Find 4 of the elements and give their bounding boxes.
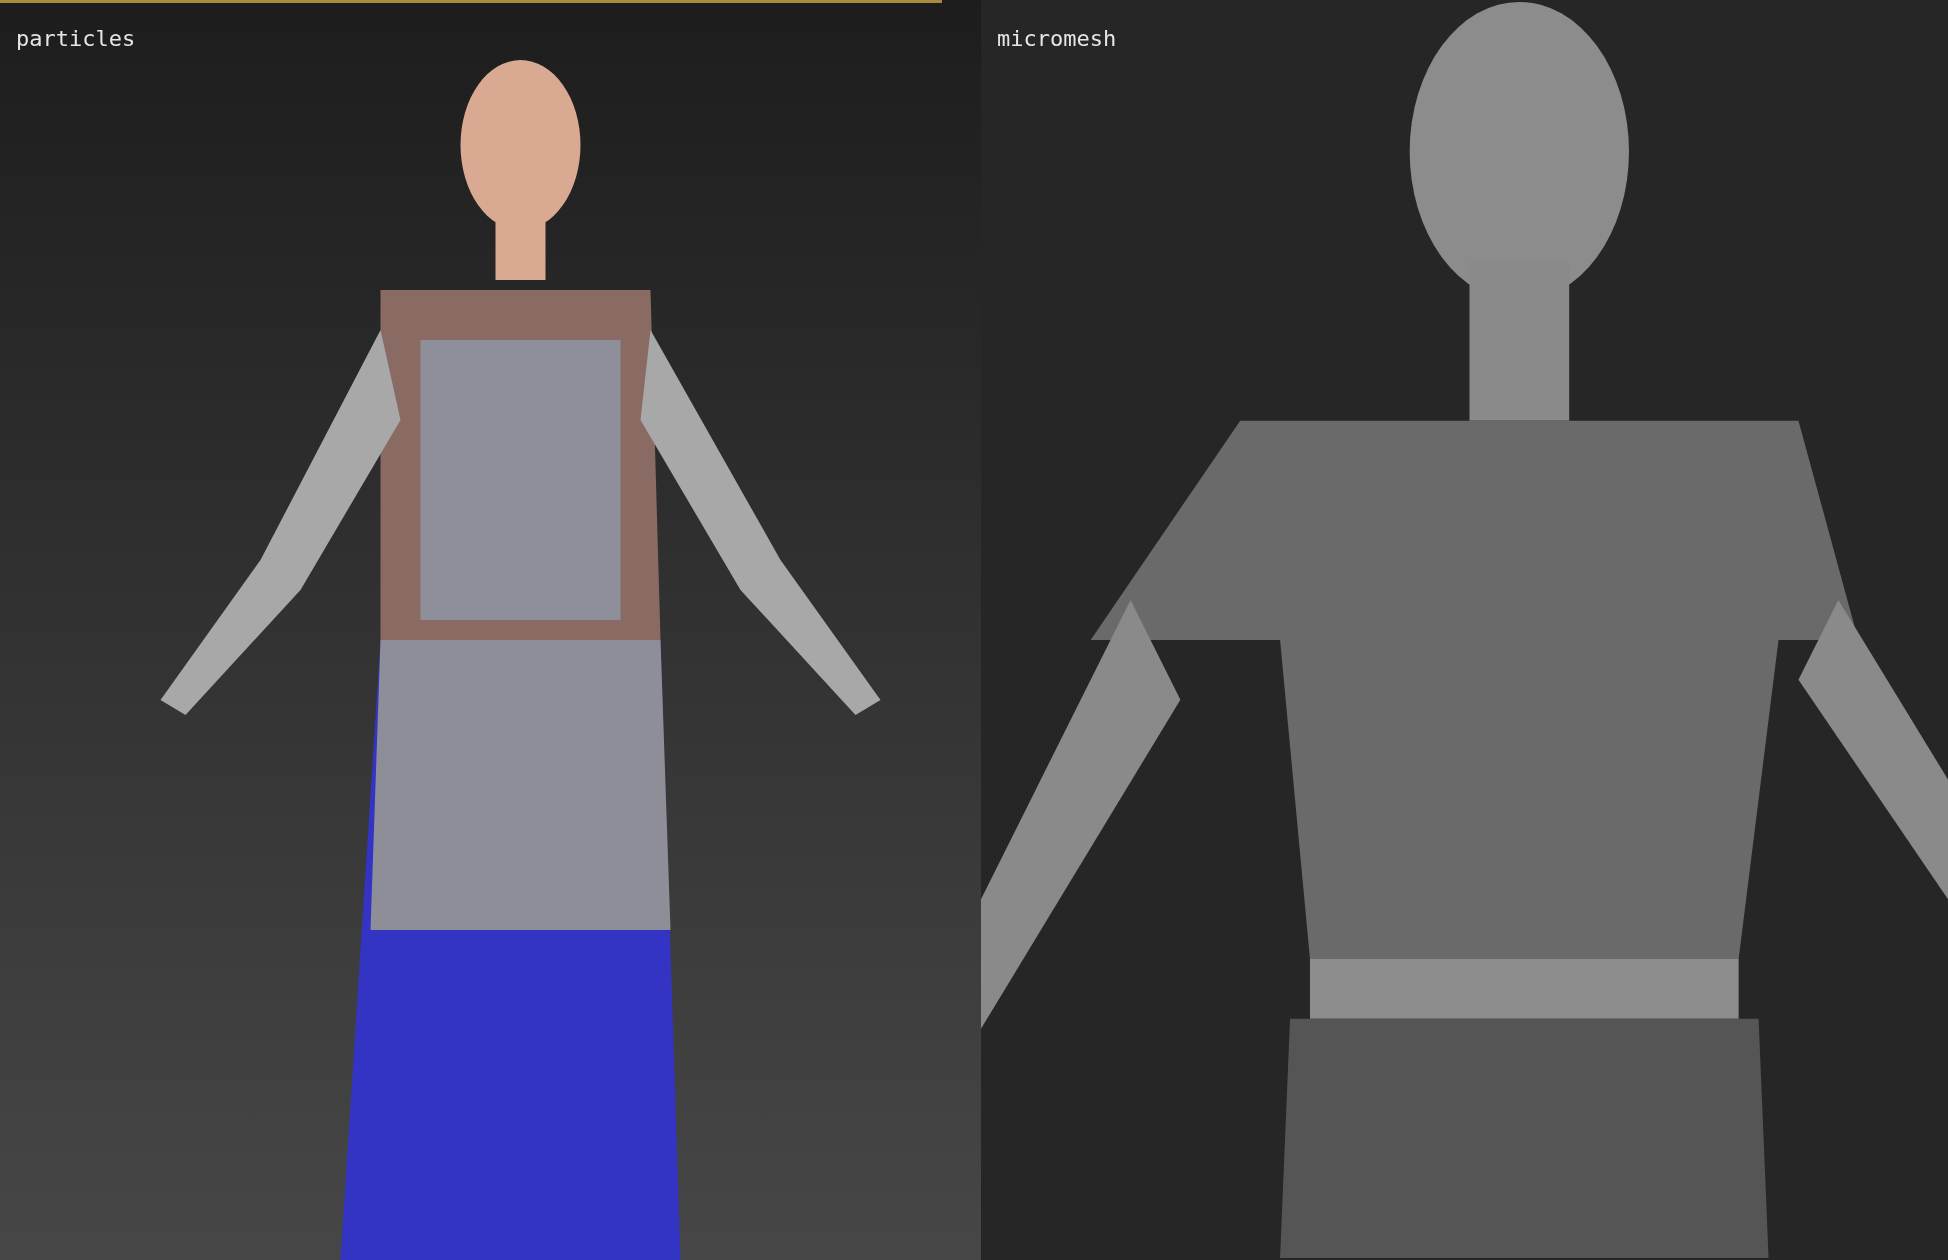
viewport[interactable]: micromesh (981, 0, 1948, 1260)
viewport[interactable]: particles (0, 0, 981, 1260)
viewport-label: particles (16, 26, 136, 51)
viewport-label: micromesh (997, 26, 1117, 51)
